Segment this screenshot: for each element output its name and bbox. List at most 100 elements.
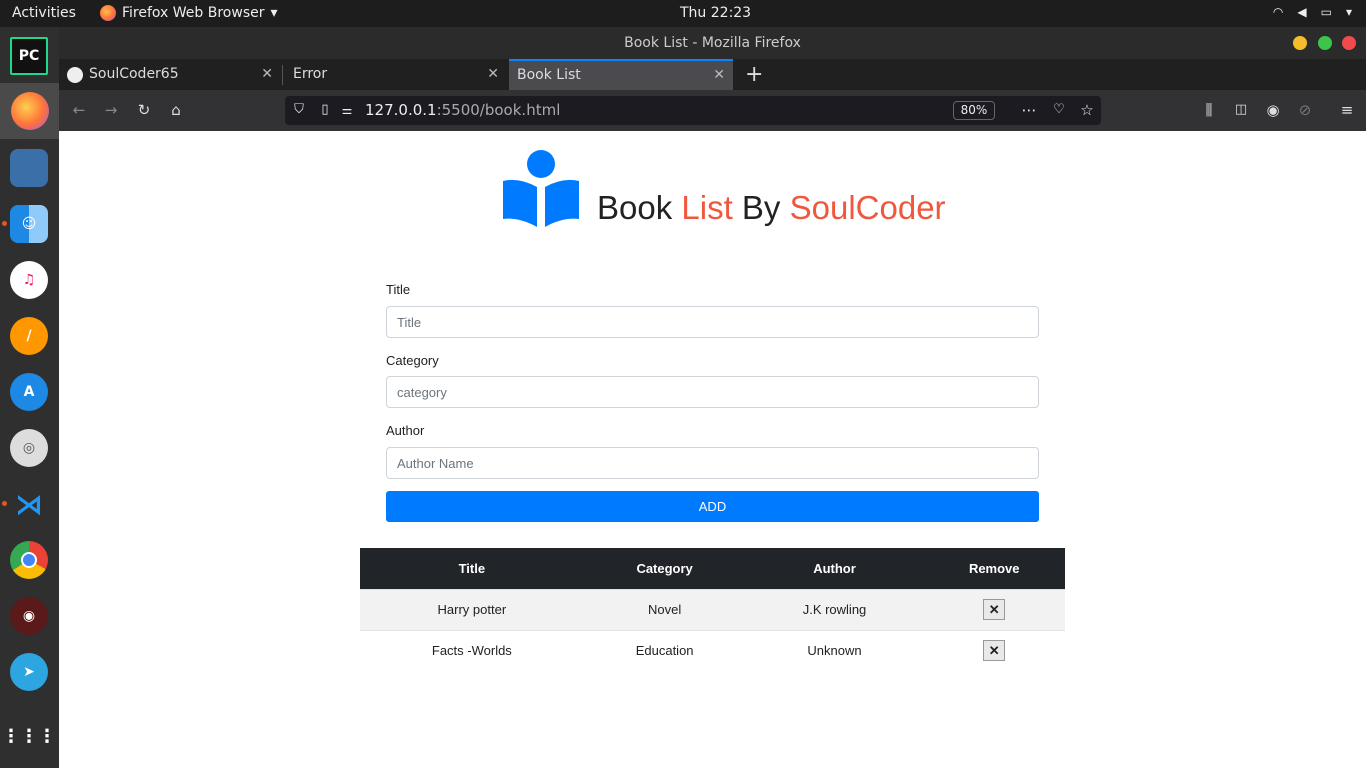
chevron-down-icon: ▾	[1345, 5, 1352, 19]
book-reader-icon	[503, 150, 579, 227]
book-category-cell: Novel	[583, 588, 746, 630]
battery-icon: ▭	[1320, 5, 1332, 19]
page-icon: ▯	[321, 102, 329, 117]
close-tab-icon[interactable]: ✕	[261, 59, 273, 90]
category-input[interactable]	[386, 376, 1039, 408]
url-path: :5500/book.html	[436, 101, 561, 119]
forward-icon[interactable]: →	[101, 100, 121, 120]
back-icon[interactable]: ←	[69, 100, 89, 120]
finder-icon[interactable]: ☺	[10, 205, 48, 243]
book-author-cell: J.K rowling	[745, 588, 924, 630]
terminal-app-icon[interactable]: ◉	[10, 597, 48, 635]
column-header: Author	[745, 548, 924, 589]
page-actions-icon[interactable]: ⋯	[1019, 100, 1039, 120]
tab-separator	[282, 65, 283, 85]
category-label: Category	[386, 353, 439, 368]
brand-header: Book List By SoulCoder	[501, 149, 946, 229]
zoom-level-button[interactable]: 80%	[953, 101, 995, 120]
chrome-icon[interactable]	[10, 541, 48, 579]
bookmark-star-icon[interactable]: ☆	[1077, 100, 1097, 120]
running-indicator	[2, 221, 7, 226]
url-host: 127.0.0.1	[365, 101, 437, 119]
close-tab-icon[interactable]: ✕	[487, 59, 499, 90]
permissions-icon[interactable]: ⚌	[337, 100, 357, 120]
extension-icon[interactable]: ⊘	[1295, 100, 1315, 120]
author-label: Author	[386, 423, 425, 438]
page-content: Book List By SoulCoder Title Category Au…	[59, 131, 1366, 768]
music-icon[interactable]: ♫	[10, 261, 48, 299]
vscode-icon[interactable]: ⋊	[10, 485, 48, 523]
remove-button[interactable]: ✕	[983, 599, 1006, 620]
volume-icon: ◀	[1297, 5, 1307, 19]
table-row: Facts -Worlds Education Unknown ✕	[360, 629, 1065, 671]
page-title: Book List By SoulCoder	[597, 189, 946, 227]
navigation-toolbar: ← → ↻ ⌂ ⛉ ▯ ⚌ 127.0.0.1:5500/book.html 8…	[59, 90, 1366, 131]
column-header: Category	[583, 548, 746, 589]
tab-label: SoulCoder65	[89, 66, 179, 82]
running-indicator	[2, 501, 7, 506]
app-menu[interactable]: Firefox Web Browser ▾	[100, 5, 278, 21]
tab-label: Error	[293, 66, 328, 82]
book-category-cell: Education	[583, 629, 746, 671]
wifi-icon: ◠	[1272, 5, 1284, 19]
table-row: Harry potter Novel J.K rowling ✕	[360, 588, 1065, 630]
url-text: 127.0.0.1:5500/book.html	[365, 101, 560, 119]
author-input[interactable]	[386, 447, 1039, 479]
system-tray[interactable]: ◠ ◀ ▭ ▾	[1273, 5, 1352, 19]
library-icon[interactable]: ⫼	[1199, 100, 1219, 120]
telegram-icon[interactable]: ➤	[10, 653, 48, 691]
column-header: Title	[360, 548, 584, 589]
new-tab-button[interactable]: +	[737, 59, 767, 90]
pocket-icon[interactable]: ♡	[1049, 100, 1069, 120]
tab-error[interactable]: Error ✕	[285, 59, 507, 90]
title-word: By	[741, 189, 781, 226]
remove-cell: ✕	[923, 588, 1065, 630]
app-menu-label: Firefox Web Browser	[122, 5, 265, 21]
title-word: Book	[597, 189, 673, 226]
maximize-button[interactable]	[1318, 36, 1332, 50]
sidebar-icon[interactable]: ◫	[1231, 100, 1251, 120]
firefox-icon	[100, 5, 116, 21]
address-bar[interactable]: ⛉ ▯ ⚌ 127.0.0.1:5500/book.html 80% ⋯ ♡ ☆	[285, 96, 1101, 125]
clock[interactable]: Thu 22:23	[680, 5, 751, 21]
title-highlight: List	[681, 189, 733, 226]
book-title-cell: Harry potter	[360, 588, 584, 630]
column-header: Remove	[923, 548, 1065, 589]
help-icon[interactable]: ◎	[10, 429, 48, 467]
window-title: Book List - Mozilla Firefox	[624, 35, 801, 51]
pycharm-icon[interactable]: PC	[10, 37, 48, 75]
reload-icon[interactable]: ↻	[134, 100, 154, 120]
home-icon[interactable]: ⌂	[166, 100, 186, 120]
book-title-cell: Facts -Worlds	[360, 629, 584, 671]
app-store-icon[interactable]: A	[10, 373, 48, 411]
remove-cell: ✕	[923, 629, 1065, 671]
window-title-bar: Book List - Mozilla Firefox	[59, 27, 1366, 59]
chevron-down-icon: ▾	[270, 5, 278, 21]
tab-soulcoder65[interactable]: SoulCoder65 ✕	[59, 59, 281, 90]
title-input[interactable]	[386, 306, 1039, 338]
show-apps-icon[interactable]: ⋮⋮⋮	[2, 717, 56, 755]
github-icon	[67, 66, 83, 83]
dock: PC ☺ ♫ / A ◎ ⋊ ◉ ➤ ⋮⋮⋮	[0, 27, 59, 768]
book-author-cell: Unknown	[745, 629, 924, 671]
menu-icon[interactable]: ≡	[1337, 100, 1357, 120]
shield-icon[interactable]: ⛉	[289, 100, 309, 120]
system-top-bar: Activities Firefox Web Browser ▾ Thu 22:…	[0, 0, 1366, 27]
firefox-dock-icon[interactable]	[0, 83, 59, 139]
close-window-button[interactable]	[1342, 36, 1356, 50]
tab-label: Book List	[517, 67, 581, 83]
add-button[interactable]: ADD	[386, 491, 1039, 522]
activities-button[interactable]: Activities	[12, 5, 76, 21]
table-header-row: Title Category Author Remove	[360, 548, 1065, 589]
account-icon[interactable]: ◉	[1263, 100, 1283, 120]
title-highlight: SoulCoder	[789, 189, 946, 226]
remove-button[interactable]: ✕	[983, 640, 1006, 662]
close-tab-icon[interactable]: ✕	[713, 61, 725, 90]
sublime-icon[interactable]: /	[10, 317, 48, 355]
image-viewer-icon[interactable]	[10, 149, 48, 187]
tab-book-list[interactable]: Book List ✕	[509, 59, 733, 90]
tab-bar: SoulCoder65 ✕ Error ✕ Book List ✕ +	[59, 59, 1366, 90]
minimize-button[interactable]	[1293, 36, 1307, 50]
title-label: Title	[386, 282, 411, 297]
book-table: Title Category Author Remove Harry potte…	[360, 548, 1065, 671]
